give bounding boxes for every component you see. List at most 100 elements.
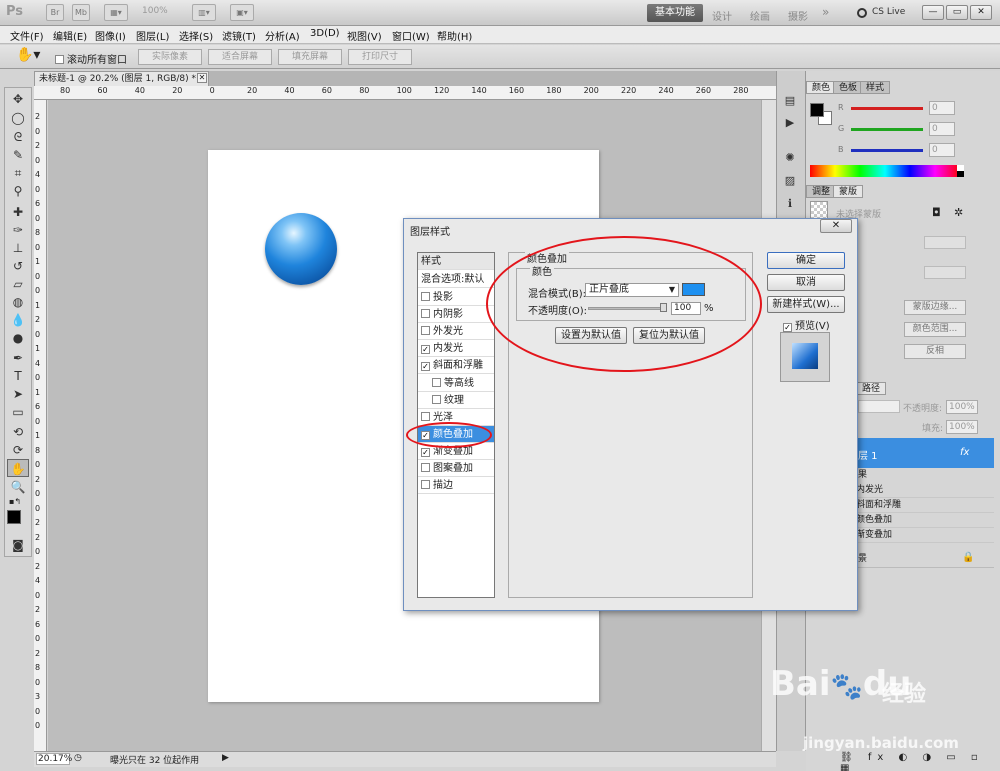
bridge-button[interactable]: Br: [46, 4, 64, 21]
cancel-button[interactable]: 取消: [767, 274, 845, 291]
new-style-button[interactable]: 新建样式(W)...: [767, 296, 845, 313]
more-workspaces-button[interactable]: »: [822, 5, 829, 19]
menu-filter[interactable]: 滤镜(T): [222, 28, 256, 43]
style-item-checkbox[interactable]: [432, 378, 441, 387]
color-b-value[interactable]: 0: [929, 143, 955, 157]
foreground-color-swatch[interactable]: [7, 510, 21, 524]
layer-fill-value[interactable]: 100%: [946, 420, 978, 434]
rectangle-tool-icon[interactable]: ▭: [7, 403, 29, 421]
color-b-slider[interactable]: [851, 149, 923, 152]
tab-styles[interactable]: 样式: [860, 81, 891, 94]
status-menu-arrow-icon[interactable]: ▶: [222, 753, 229, 763]
color-g-value[interactable]: 0: [929, 122, 955, 136]
style-item-checkbox[interactable]: [421, 412, 430, 421]
style-item[interactable]: 纹理: [418, 392, 494, 409]
menu-edit[interactable]: 编辑(E): [53, 28, 87, 43]
style-item[interactable]: 等高线: [418, 375, 494, 392]
style-item[interactable]: 投影: [418, 289, 494, 306]
tab-masks[interactable]: 蒙版: [833, 185, 864, 198]
fit-screen-button[interactable]: 适合屏幕: [208, 49, 272, 65]
layers-footer-icons[interactable]: ⛓ fx ◐ ◑ ▭ ▫ ▦: [840, 752, 1000, 771]
styles-header[interactable]: 样式: [418, 253, 494, 270]
marquee-tool-icon[interactable]: ◯: [7, 109, 29, 127]
workspace-painting-button[interactable]: 绘画: [750, 8, 770, 23]
menu-layer[interactable]: 图层(L): [136, 28, 169, 43]
zoom-tool-icon[interactable]: 🔍: [7, 478, 29, 496]
color-r-slider[interactable]: [851, 107, 923, 110]
history-panel-icon[interactable]: ▤: [781, 93, 799, 109]
style-item-checkbox[interactable]: ✓: [421, 345, 430, 354]
menu-help[interactable]: 帮助(H): [437, 28, 472, 43]
color-foreground-swatch[interactable]: [810, 103, 824, 117]
eraser-tool-icon[interactable]: ▱: [7, 275, 29, 293]
vector-mask-icon[interactable]: ✲: [954, 206, 963, 219]
minimize-button[interactable]: —: [922, 5, 944, 20]
preview-checkbox[interactable]: ✓ 预览(V): [783, 317, 830, 332]
tab-swatches[interactable]: 色板: [833, 81, 864, 94]
hand-tool-icon[interactable]: ✋: [7, 459, 29, 477]
arrange-documents-button[interactable]: ▥▾: [192, 4, 216, 21]
restore-button[interactable]: ▭: [946, 5, 968, 20]
cs-live-button[interactable]: CS Live: [872, 7, 905, 17]
3d-rotate-tool-icon[interactable]: ⟲: [7, 423, 29, 441]
layer-opacity-value[interactable]: 100%: [946, 400, 978, 414]
pixel-mask-icon[interactable]: ◘: [932, 206, 941, 219]
view-extras-button[interactable]: ▦▾: [104, 4, 128, 21]
quick-mask-icon[interactable]: ◙: [7, 536, 29, 554]
tab-paths[interactable]: 路径: [856, 382, 887, 395]
workspace-design-button[interactable]: 设计: [712, 8, 732, 23]
style-item-checkbox[interactable]: [432, 395, 441, 404]
print-size-button[interactable]: 打印尺寸: [348, 49, 412, 65]
mini-bridge-button[interactable]: Mb: [72, 4, 90, 21]
style-item-checkbox[interactable]: ✓: [421, 448, 430, 457]
style-item[interactable]: ✓ 内发光: [418, 340, 494, 357]
path-selection-tool-icon[interactable]: ➤: [7, 385, 29, 403]
eyedropper-tool-icon[interactable]: ⚲: [7, 182, 29, 200]
dialog-close-button[interactable]: ✕: [820, 219, 852, 233]
3d-orbit-tool-icon[interactable]: ⟳: [7, 441, 29, 459]
menu-select[interactable]: 选择(S): [179, 28, 213, 43]
tab-color[interactable]: 颜色: [806, 81, 837, 94]
workspace-essentials-button[interactable]: 基本功能: [647, 4, 703, 22]
color-r-value[interactable]: 0: [929, 101, 955, 115]
zoom-level-field[interactable]: 100%: [142, 6, 168, 16]
fill-screen-button[interactable]: 填充屏幕: [278, 49, 342, 65]
menu-view[interactable]: 视图(V): [347, 28, 382, 43]
quick-selection-tool-icon[interactable]: ✎: [7, 146, 29, 164]
color-g-slider[interactable]: [851, 128, 923, 131]
brush-tool-icon[interactable]: ✑: [7, 221, 29, 239]
info-panel-icon[interactable]: ▨: [781, 173, 799, 189]
document-tab[interactable]: 未标题-1 @ 20.2% (图层 1, RGB/8) *: [34, 71, 209, 87]
actions-panel-icon[interactable]: ▶: [781, 115, 799, 131]
dodge-tool-icon[interactable]: ●: [7, 329, 29, 347]
color-range-button[interactable]: 颜色范围...: [904, 322, 966, 337]
layer-fx-icon[interactable]: fx: [960, 447, 969, 458]
ok-button[interactable]: 确定: [767, 252, 845, 269]
tab-adjustments[interactable]: 调整: [806, 185, 837, 198]
style-item-checkbox[interactable]: [421, 480, 430, 489]
style-item-checkbox[interactable]: [421, 463, 430, 472]
style-item[interactable]: 外发光: [418, 323, 494, 340]
mask-feather-field[interactable]: [924, 266, 966, 279]
style-item-checkbox[interactable]: [421, 326, 430, 335]
layer-blend-mode-select[interactable]: [858, 400, 900, 413]
move-tool-icon[interactable]: ✥: [7, 90, 29, 108]
default-colors-icon[interactable]: ▪↰: [9, 497, 21, 506]
lasso-tool-icon[interactable]: ᘓ: [7, 128, 29, 146]
mask-edge-button[interactable]: 蒙版边缘...: [904, 300, 966, 315]
style-item[interactable]: ✓ 斜面和浮雕: [418, 357, 494, 374]
color-spectrum-bar[interactable]: [810, 165, 960, 177]
style-item-checkbox[interactable]: [421, 309, 430, 318]
menu-image[interactable]: 图像(I): [95, 28, 126, 43]
style-item-checkbox[interactable]: [421, 292, 430, 301]
clone-stamp-tool-icon[interactable]: ⊥: [7, 239, 29, 257]
mask-density-field[interactable]: [924, 236, 966, 249]
color-bw-ramp[interactable]: [957, 165, 964, 177]
menu-window[interactable]: 窗口(W): [392, 28, 430, 43]
style-item[interactable]: 内阴影: [418, 306, 494, 323]
actual-pixels-button[interactable]: 实际像素: [138, 49, 202, 65]
style-item[interactable]: 图案叠加: [418, 460, 494, 477]
style-item[interactable]: 描边: [418, 477, 494, 494]
menu-file[interactable]: 文件(F): [10, 28, 44, 43]
pen-tool-icon[interactable]: ✒: [7, 349, 29, 367]
